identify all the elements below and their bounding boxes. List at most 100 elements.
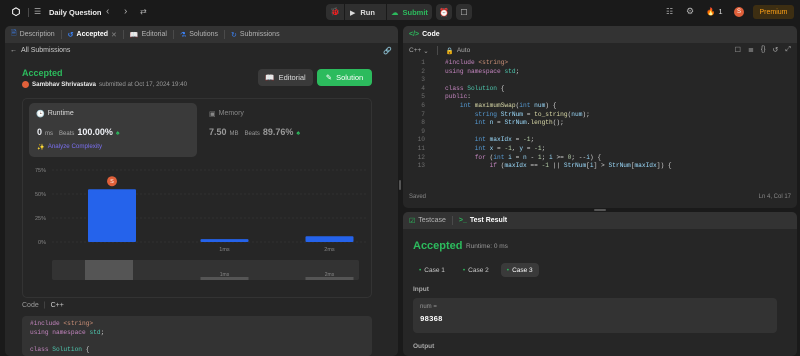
tab-accepted[interactable]: ↺ Accepted ✕ [68,31,117,39]
line-number: 4 [421,84,425,92]
runtime-beats: 100.00% [77,127,113,137]
code-line[interactable]: 13 if (maxIdx == -1 || StrNum[i] > StrNu… [403,162,797,171]
share-link-icon[interactable]: 🔗 [383,47,392,55]
input-label: Input [413,286,429,293]
range-tick-label: 1ms [220,272,230,278]
submission-status: Accepted [22,68,63,78]
left-tab-bar: 🗎 Description ↺ Accepted ✕ 📖 Editorial ⚗ Solu… [5,26,398,43]
distribution-bar[interactable] [305,236,354,242]
tab-test-result[interactable]: >_ Test Result [459,217,507,224]
problem-list-icon[interactable]: ☰ [34,7,41,16]
author-name[interactable]: Sambhav Shrivastava [32,81,96,88]
input-var-name: num = [420,304,437,310]
tab-solutions[interactable]: ⚗ Solutions [180,31,218,39]
saved-status: Saved [409,194,427,200]
range-tick-label: 2ms [325,272,335,278]
range-slider-window[interactable] [85,260,133,280]
analyze-complexity-link[interactable]: ✨ Analyze Complexity [37,143,102,151]
reset-icon[interactable]: ↺ [773,46,779,54]
problem-title[interactable]: Daily Question [49,8,102,17]
tab-description[interactable]: 🗎 Description [11,29,55,40]
code-line: #include <string> [30,320,94,327]
code-line[interactable]: 3 [403,76,797,85]
code-line: class Solution { [30,345,90,353]
code-line[interactable]: 7 string StrNum = to_string(num); [403,111,797,120]
left-panel: 🗎 Description ↺ Accepted ✕ 📖 Editorial ⚗ Solu… [5,26,398,356]
streak-counter[interactable]: 🔥 1 [706,7,723,16]
line-number: 13 [417,162,425,170]
braces-icon[interactable]: {} [761,46,766,54]
fire-icon: 🔥 [706,7,716,16]
user-avatar[interactable]: S [734,7,744,17]
vertical-splitter-handle[interactable] [399,180,401,190]
result-status: Accepted [413,240,463,252]
expand-icon[interactable]: ⤢ [785,46,791,54]
code-line[interactable]: 11 int x = -1, y = -1; [403,145,797,154]
case-tab-3[interactable]: • Case 3 [500,263,539,277]
code-line[interactable]: 1 #include <string> [403,59,797,68]
line-number: 5 [421,93,425,101]
submit-button[interactable]: ☁ Submit [391,8,428,17]
code-line[interactable]: 9 [403,128,797,137]
runtime-box[interactable]: 🕒 Runtime 0 ms Beats 100.00% ♠ ✨ Analyze C… [29,103,197,157]
code-line[interactable]: 12 for (int i = n - 1; i >= 0; --i) { [403,154,797,163]
y-tick-label: 50% [35,192,46,198]
line-number: 2 [421,67,425,75]
submission-author-line: Sambhav Shrivastava submitted at Oct 17,… [22,81,187,88]
memory-beats: 89.76% [262,127,294,137]
code-line: using namespace std; [30,328,105,336]
arrow-left-icon: ← [10,47,17,54]
trophy-icon: ♠ [115,130,120,137]
auto-mode-toggle[interactable]: 🔒 Auto [446,47,470,55]
case-tab-2[interactable]: • Case 2 [457,263,495,277]
description-icon: 🗎 [11,30,17,37]
distribution-bar[interactable] [88,189,136,242]
tab-testcase[interactable]: ☑ Testcase [409,217,446,225]
close-tab-icon[interactable]: ✕ [111,31,117,39]
format-icon[interactable]: ≣ [748,46,754,54]
layout-grid-icon[interactable]: ☷ [666,7,673,16]
y-tick-label: 25% [35,216,46,222]
bookmark-icon[interactable]: ☐ [735,46,741,54]
memory-value: 7.50 [209,127,227,137]
chevron-down-icon: ⌄ [423,47,429,55]
shuffle-icon[interactable]: ⇄ [140,7,147,16]
timer-icon[interactable]: ⏰ [436,4,452,20]
code-line[interactable]: 8 int n = StrNum.length(); [403,119,797,128]
code-language-row: Code | C++ [22,302,64,309]
line-number: 11 [417,144,425,152]
logo-icon[interactable]: ⬡ [10,6,22,18]
tab-editorial[interactable]: 📖 Editorial [130,31,167,39]
code-line[interactable]: 4 class Solution { [403,85,797,94]
y-tick-label: 75% [35,168,46,174]
notes-icon[interactable]: ☐ [456,4,472,20]
code-line[interactable]: 5 public: [403,93,797,102]
submitted-code-block: #include <string> using namespace std; cl… [22,316,372,356]
next-arrow-icon[interactable]: › [124,6,127,17]
editorial-button[interactable]: 📖 Editorial [258,69,313,86]
horizontal-splitter-handle[interactable] [594,209,606,211]
tab-submissions[interactable]: ↻ Submissions [231,31,280,39]
code-line[interactable]: 2 using namespace std; [403,68,797,77]
case-tab-1[interactable]: • Case 1 [413,263,451,277]
settings-gear-icon[interactable]: ⚙ [686,6,694,17]
code-panel: </> Code C++ ⌄ 🔒 Auto ☐ ≣ {} ↺ ⤢ 1 #include … [403,26,797,208]
tab-code[interactable]: </> Code [409,31,440,38]
debug-icon[interactable]: 🐞 [330,7,340,16]
prev-arrow-icon[interactable]: ‹ [106,6,109,17]
line-number: 6 [421,101,425,109]
code-line[interactable]: 10 int maxIdx = -1; [403,136,797,145]
distribution-bar[interactable] [200,239,249,242]
premium-button[interactable]: Premium [753,5,794,19]
line-number: 9 [421,127,425,135]
solution-button[interactable]: ✎ Solution [317,69,372,86]
input-var-value: 98368 [420,316,443,324]
memory-box[interactable]: ▣ Memory 7.50 MB Beats 89.76% ♠ [201,103,369,157]
line-number: 10 [417,136,425,144]
back-to-submissions-link[interactable]: ← All Submissions [10,47,70,54]
result-tab-bar: ☑ Testcase >_ Test Result [403,212,797,229]
language-select[interactable]: C++ ⌄ [409,47,429,55]
run-button[interactable]: ▶ Run [350,8,375,17]
code-editor[interactable]: 1 #include <string> 2 using namespace std; 3… [403,59,797,181]
code-line[interactable]: 6 int maximumSwap(int num) { [403,102,797,111]
